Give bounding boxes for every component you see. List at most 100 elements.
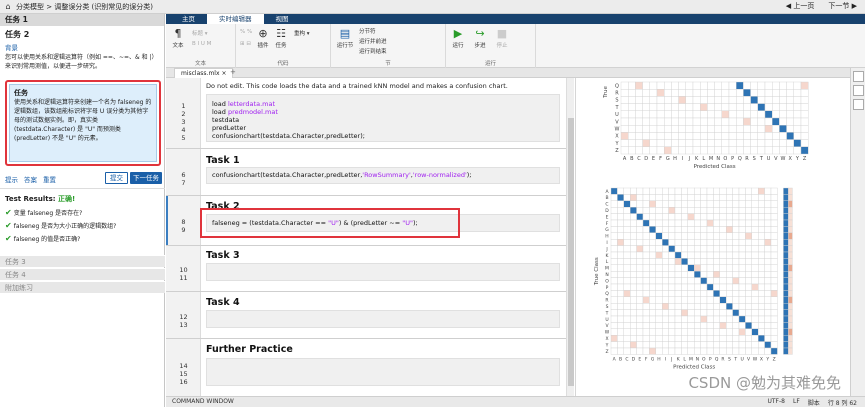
- matrix-cell: [757, 270, 765, 278]
- matrix-cell: [674, 309, 682, 317]
- matrix-cell: [713, 315, 720, 323]
- code-block[interactable]: [206, 263, 560, 281]
- matrix-cell: [700, 226, 708, 233]
- matrix-cell: [630, 187, 637, 195]
- tab-live-editor[interactable]: 实时编辑器: [207, 14, 264, 24]
- matrix-cell: [700, 200, 708, 208]
- matrix-cell: [770, 226, 778, 233]
- matrix-cell: [721, 96, 730, 104]
- matrix-cell: [732, 226, 740, 233]
- home-icon[interactable]: ⌂: [0, 2, 16, 11]
- matrix-cell: [642, 206, 650, 214]
- matrix-cell: [770, 335, 778, 342]
- step-button[interactable]: ↪ 步进: [472, 28, 488, 50]
- row-summary-cell: [788, 302, 793, 310]
- matrix-cell: [719, 335, 727, 342]
- heading-dropdown[interactable]: 标题 ▾: [192, 29, 208, 37]
- output-right-icon[interactable]: [853, 85, 864, 96]
- run-button[interactable]: ▶ 运行: [450, 28, 466, 50]
- col-tick-label: Q: [715, 356, 719, 362]
- insert-button[interactable]: ⊕ 插件: [256, 28, 270, 50]
- tab-view[interactable]: 视图: [264, 14, 301, 24]
- matrix-cell: [745, 194, 752, 202]
- code-block[interactable]: [206, 358, 560, 386]
- submit-button[interactable]: 提交: [105, 172, 128, 184]
- run-section-button[interactable]: ▤ 运行节: [335, 28, 355, 50]
- tab-home[interactable]: 主页: [170, 14, 207, 24]
- row-summary-cell: [788, 283, 793, 291]
- row-summary-cell: [783, 200, 789, 208]
- matrix-cell: [700, 277, 708, 285]
- add-tab-icon[interactable]: +: [230, 68, 236, 76]
- row-tick-label: C: [605, 202, 608, 208]
- matrix-cell: [681, 328, 689, 336]
- run-to-end-button[interactable]: 运行到结束: [359, 47, 387, 55]
- row-summary-cell: [783, 290, 789, 297]
- matrix-cell: [751, 194, 759, 202]
- further-practice-header[interactable]: 附加练习: [0, 281, 165, 293]
- refactor-dropdown[interactable]: 重构 ▾: [294, 29, 310, 37]
- task4-header[interactable]: 任务 4: [0, 268, 165, 280]
- matrix-cell: [728, 103, 737, 112]
- section-break-button[interactable]: 分节符: [359, 27, 376, 35]
- answer-link[interactable]: 答案: [24, 174, 37, 184]
- matrix-cell: [732, 290, 740, 297]
- matrix-cell: [656, 125, 665, 133]
- matrix-cell: [671, 146, 679, 155]
- live-editor[interactable]: Do not edit. This code loads the data an…: [166, 78, 574, 396]
- task-button[interactable]: ☷ 任务: [274, 28, 288, 50]
- matrix-cell: [793, 103, 802, 112]
- matrix-cell: [779, 110, 787, 119]
- row-summary-cell: [788, 296, 793, 304]
- line-number: 12: [179, 313, 188, 321]
- text-button[interactable]: ¶ 文本: [170, 28, 186, 50]
- line-number: 10: [179, 266, 188, 274]
- hide-code-icon[interactable]: [853, 99, 864, 110]
- matrix-cell: [699, 117, 708, 126]
- next-section-link[interactable]: 下一节 ▶: [828, 1, 857, 11]
- toolstrip-tabs: 主页 实时编辑器 视图: [166, 14, 865, 24]
- matrix-cell: [655, 290, 663, 297]
- output-inline-icon[interactable]: [853, 71, 864, 82]
- matrix-cell: [681, 296, 689, 304]
- reset-link[interactable]: 重置: [43, 174, 56, 184]
- code-block[interactable]: [206, 310, 560, 328]
- matrix-cell: [687, 309, 695, 317]
- matrix-cell: [617, 264, 625, 272]
- matrix-cell: [764, 245, 772, 253]
- command-window-label[interactable]: COMMAND WINDOW: [172, 398, 234, 405]
- matrix-cell: [745, 251, 752, 259]
- matrix-cell: [610, 335, 618, 342]
- line-ending: LF: [793, 398, 800, 405]
- matrix-cell: [623, 341, 631, 349]
- matrix-cell: [642, 302, 650, 310]
- format-buttons[interactable]: B I U M: [192, 41, 211, 47]
- matrix-cell: [693, 309, 701, 317]
- run-advance-button[interactable]: 运行并前进: [359, 37, 387, 45]
- col-tick-label: R: [745, 156, 749, 162]
- matrix-cell: [757, 328, 765, 336]
- matrix-cell: [630, 309, 637, 317]
- matrix-cell: [674, 232, 682, 240]
- scrollbar-thumb[interactable]: [568, 118, 574, 386]
- matrix-cell: [714, 125, 723, 133]
- matrix-cell: [661, 251, 669, 259]
- task1-header[interactable]: 任务 1: [0, 14, 164, 26]
- task3-header[interactable]: 任务 3: [0, 255, 165, 267]
- col-tick-label: E: [652, 156, 655, 162]
- prev-page-link[interactable]: ◀ 上一页: [786, 1, 815, 11]
- matrix-cell: [671, 139, 679, 147]
- stop-button[interactable]: ■ 停止: [494, 28, 510, 50]
- row-summary-cell: [788, 264, 793, 272]
- editor-scrollbar[interactable]: [566, 78, 574, 396]
- hint-link[interactable]: 提示: [5, 174, 18, 184]
- matrix-cell: [623, 296, 631, 304]
- close-icon[interactable]: ×: [221, 70, 226, 77]
- matrix-cell: [655, 341, 663, 349]
- matrix-cell: [663, 117, 672, 126]
- next-task-button[interactable]: 下一任务: [130, 172, 162, 184]
- matrix-cell: [620, 125, 629, 133]
- matrix-cell: [661, 200, 669, 208]
- matrix-cell: [693, 264, 701, 272]
- file-tab[interactable]: misclass.mlx ×: [174, 68, 234, 78]
